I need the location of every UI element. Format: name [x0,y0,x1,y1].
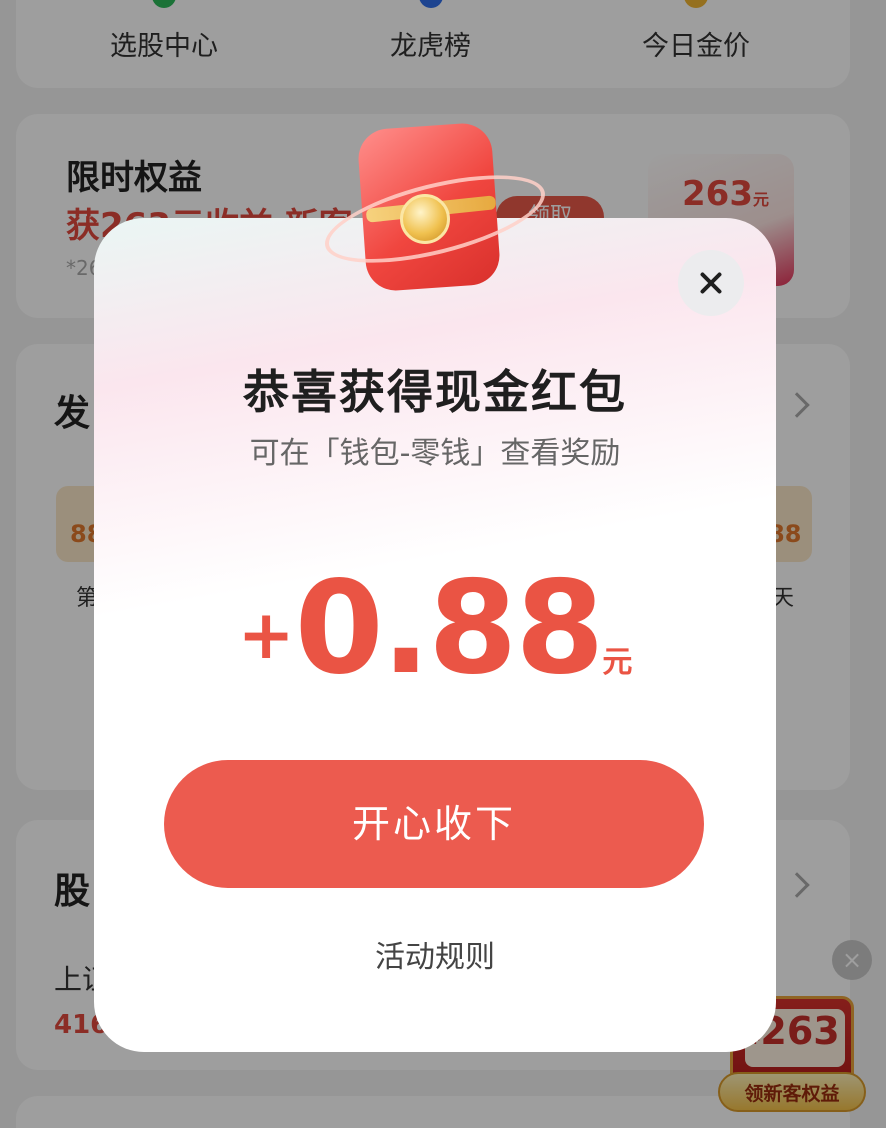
reward-amount: +0.88元 [94,554,776,703]
red-packet-dialog: 恭喜获得现金红包 可在「钱包-零钱」查看奖励 +0.88元 开心收下 活动规则 [94,218,776,1052]
dialog-subtitle: 可在「钱包-零钱」查看奖励 [249,436,621,471]
gold-coin-icon [400,194,450,244]
close-icon[interactable] [678,250,744,316]
dialog-title: 恭喜获得现金红包 [243,365,627,419]
activity-rules-link[interactable]: 活动规则 [94,932,776,976]
accept-button[interactable]: 开心收下 [164,760,704,888]
amount-unit: 元 [602,645,633,680]
amount-value: 0.88 [294,554,605,703]
amount-sign: + [237,596,295,675]
red-envelope-icon [316,120,556,304]
